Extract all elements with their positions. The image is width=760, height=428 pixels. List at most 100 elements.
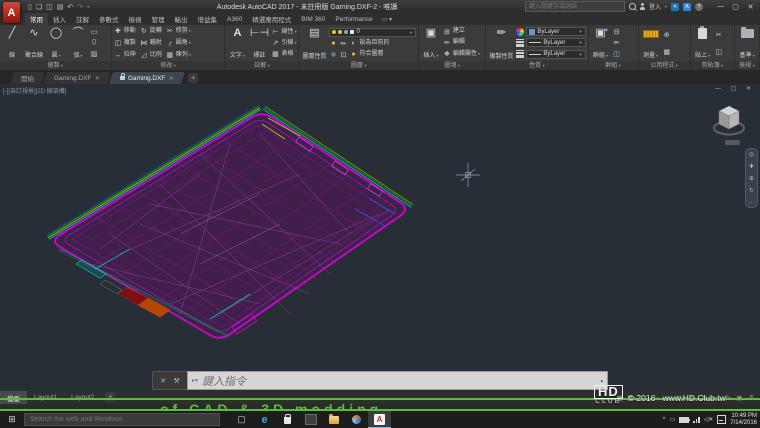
dimension-button[interactable]: ⊢⊣ 標註	[249, 26, 269, 60]
wrench-icon[interactable]: ⚒	[173, 377, 179, 385]
new-icon[interactable]: ▯	[28, 3, 32, 11]
tab-insert[interactable]: 插入	[48, 13, 71, 25]
isodraft-toggle-icon[interactable]: ◇▾	[663, 392, 672, 403]
group-button[interactable]: ▣✶ 群組	[591, 26, 611, 60]
more-tools-icon[interactable]: …	[749, 199, 755, 205]
hatch-icon[interactable]: ▨	[90, 50, 98, 58]
open-icon[interactable]: ❏	[36, 3, 42, 11]
text-button[interactable]: A 文字	[227, 26, 247, 60]
insert-block-button[interactable]: ▣ 插入	[421, 26, 441, 60]
table-button[interactable]: ▦表格	[271, 50, 296, 58]
copy-clip-icon[interactable]: ◫	[715, 48, 723, 56]
snap-toggle-icon[interactable]: ▩▾	[627, 392, 636, 403]
mirror-button[interactable]: ⋈鏡射	[140, 39, 162, 47]
steering-wheel-icon[interactable]: ◎	[749, 151, 754, 158]
line-button[interactable]: ╱ 線	[2, 26, 22, 60]
store-icon[interactable]	[276, 411, 299, 428]
autocad-taskbar-icon[interactable]: A	[368, 411, 391, 428]
search-icon[interactable]	[629, 3, 636, 10]
navigation-bar[interactable]: ◎ ✚ ⊕ ↻ …	[745, 148, 758, 208]
array-button[interactable]: ▦陣列	[166, 51, 191, 59]
action-center-icon[interactable]	[717, 415, 726, 424]
scale-button[interactable]: ◿比例	[140, 51, 162, 59]
customize-icon[interactable]: ▴	[600, 378, 603, 384]
grid-toggle-icon[interactable]: ▦	[615, 392, 624, 403]
tab-view[interactable]: 檢視	[124, 13, 147, 25]
annotation-scale-icon[interactable]: ▭▾	[711, 392, 720, 403]
lineweight-select[interactable]: ByLayer ▼	[526, 38, 585, 47]
ungroup-icon[interactable]: ⊟	[613, 28, 621, 36]
polyline-button[interactable]: ∿ 聚合線	[24, 26, 44, 60]
file-tab-start[interactable]: 開始	[10, 72, 45, 84]
tab-parametric[interactable]: 參數式	[94, 13, 124, 25]
copy-button[interactable]: ◫複製	[114, 39, 136, 47]
close-icon[interactable]: ✕	[160, 377, 166, 385]
edit-block-button[interactable]: ✏編輯	[443, 39, 480, 47]
customize-menu-icon[interactable]: ≡	[747, 392, 756, 403]
signin-dropdown-icon[interactable]: ▾	[665, 4, 667, 9]
group-edit-icon[interactable]: ✏	[613, 39, 621, 47]
taskbar-search-input[interactable]	[24, 413, 220, 426]
tray-clock[interactable]: 10:49 PM 7/14/2016	[730, 413, 757, 427]
tab-a360[interactable]: A360	[222, 13, 247, 25]
edit-attributes-button[interactable]: ❖編輯屬性	[443, 50, 480, 58]
dynamic-input-toggle-icon[interactable]: ⌖	[699, 392, 708, 403]
volume-muted-icon[interactable]: ◁✕	[704, 416, 714, 423]
close-icon[interactable]: ✕	[168, 75, 173, 82]
circle-button[interactable]: ◯ 圓	[46, 26, 66, 60]
tab-performance[interactable]: Performance	[330, 13, 377, 25]
application-menu-button[interactable]: A	[3, 2, 20, 23]
start-button[interactable]: ⊞	[0, 411, 24, 428]
viewcube[interactable]	[711, 100, 747, 144]
tray-expand-icon[interactable]: ^	[663, 417, 666, 423]
layer-select[interactable]: 0 ▼	[329, 28, 415, 37]
close-button[interactable]: ✕	[743, 1, 758, 12]
tab-layout1[interactable]: Layout1	[27, 391, 64, 404]
tray-window-icon[interactable]: ▭	[669, 416, 675, 423]
a360-icon[interactable]: A	[683, 3, 691, 11]
new-layout-button[interactable]: +	[105, 392, 115, 402]
base-button[interactable]: 基準	[737, 26, 757, 60]
save-icon[interactable]: ◫	[46, 3, 53, 11]
exchange-apps-icon[interactable]: ✕	[671, 3, 679, 11]
help-icon[interactable]: ?	[695, 3, 703, 11]
app-icon-dark[interactable]	[299, 411, 322, 428]
fullscreen-toggle-icon[interactable]: ▣	[735, 392, 744, 403]
rectangle-icon[interactable]: ▭	[90, 28, 98, 36]
pan-icon[interactable]: ✚	[749, 163, 754, 170]
quick-select-icon[interactable]: ⊕	[663, 31, 671, 39]
tab-output[interactable]: 輸出	[170, 13, 193, 25]
file-tab-gaming-1[interactable]: Gaming.DXF ✕	[43, 72, 111, 84]
linetype-select[interactable]: ByLayer ▼	[526, 50, 585, 59]
rotate-button[interactable]: ↻旋轉	[140, 27, 162, 35]
leader-button[interactable]: ↗引線	[271, 39, 296, 47]
ortho-toggle-icon[interactable]: ∟	[639, 392, 648, 403]
recent-commands-icon[interactable]: ▸▾	[192, 377, 198, 384]
create-block-button[interactable]: ⊞建立	[443, 28, 480, 36]
minimize-button[interactable]: —	[713, 1, 728, 12]
polar-toggle-icon[interactable]: ◔▾	[651, 392, 660, 403]
battery-icon[interactable]	[679, 417, 689, 423]
tab-home[interactable]: 常用	[25, 13, 48, 25]
close-icon[interactable]: ✕	[95, 75, 100, 82]
tab-layout2[interactable]: Layout2	[64, 391, 101, 404]
object-color-select[interactable]: ByLayer ▼	[526, 27, 585, 36]
help-search-input[interactable]	[525, 1, 625, 12]
wifi-icon[interactable]	[693, 417, 700, 423]
edge-icon[interactable]: e	[253, 411, 276, 428]
lineweight-toggle-icon[interactable]: ≣	[687, 392, 696, 403]
redo-icon[interactable]: ↷	[77, 3, 83, 11]
tab-model[interactable]: 模型	[0, 391, 27, 404]
task-view-button[interactable]: ▢	[230, 411, 253, 428]
make-current-button[interactable]: ● ✏ ◐ 設為目前的	[329, 40, 415, 48]
new-drawing-button[interactable]: +	[188, 73, 198, 83]
paste-button[interactable]: 貼上	[693, 26, 713, 60]
osnap-toggle-icon[interactable]: ⊡▾	[675, 392, 684, 403]
file-explorer-icon[interactable]	[322, 411, 345, 428]
arc-button[interactable]: ⌒ 弧	[68, 26, 88, 60]
stretch-button[interactable]: ↔拉伸	[114, 51, 136, 59]
trim-button[interactable]: ✂修剪	[166, 27, 191, 35]
plot-icon[interactable]: ▤	[57, 3, 64, 11]
undo-icon[interactable]: ↶	[67, 3, 73, 11]
drawing-window-controls[interactable]: — ▢ ✕	[715, 85, 755, 92]
